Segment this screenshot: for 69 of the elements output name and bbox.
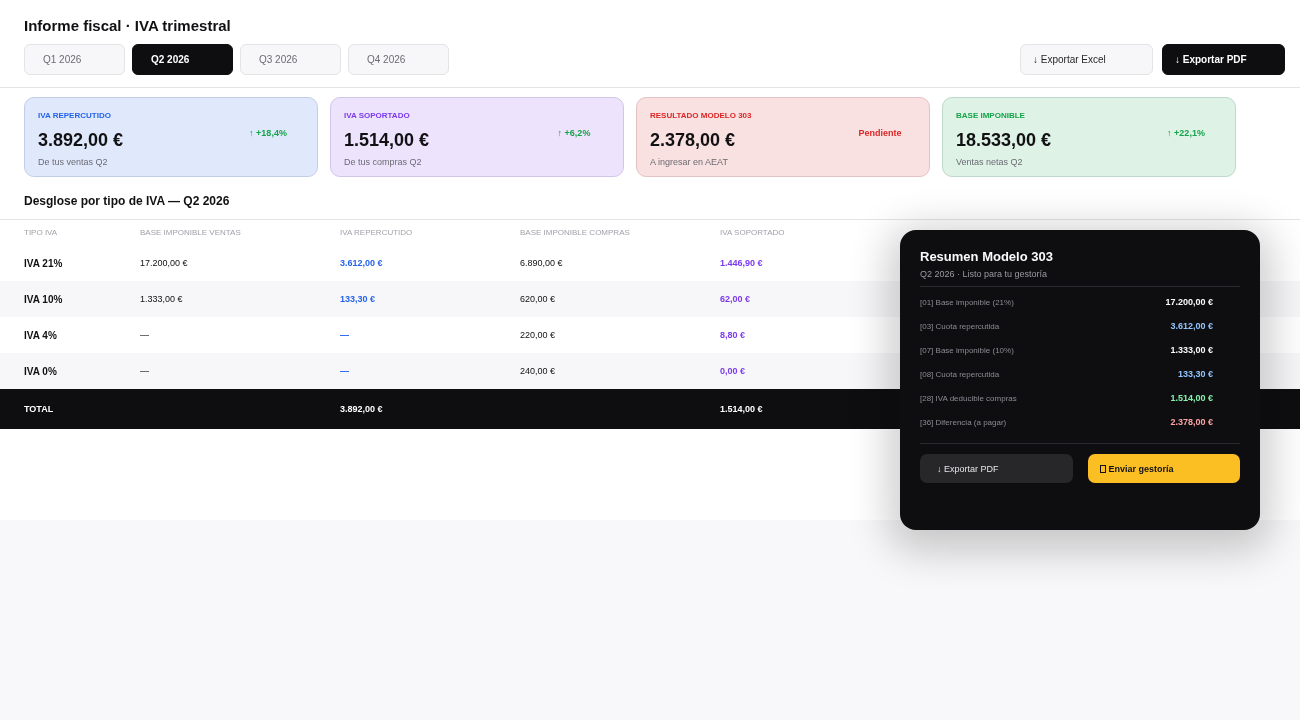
quarter-tab[interactable]: Q4 2026 [348,44,449,75]
table-cell: 6.890,00 € [520,258,563,268]
trend-text: ↑ +18,4% [249,127,287,139]
table-cell: 17.200,00 € [140,258,188,268]
total-cell: 3.892,00 € [340,404,383,414]
trend-text: ↑ +22,1% [1167,127,1205,139]
column-header: TIPO IVA [24,228,58,237]
table-cell: 240,00 € [520,366,556,376]
summary-label: [07] Base imponible (10%) [920,345,1014,355]
table-cell: 0,00 € [720,366,746,376]
page-title: Informe fiscal · IVA trimestral [24,16,231,36]
card-note: De tus compras Q2 [344,156,422,168]
panel-title: Resumen Modelo 303 [920,249,1053,265]
missing-glyph-icon [1099,464,1106,473]
table-cell: 1.333,00 € [140,294,183,304]
export-button[interactable]: ↓ Exportar PDF [1162,44,1285,75]
card-value: 18.533,00 € [956,129,1052,151]
summary-value: 1.514,00 € [1170,393,1213,403]
card-note: Ventas netas Q2 [956,156,1023,168]
table-cell: IVA 4% [24,329,57,341]
card-value: 3.892,00 € [38,129,124,151]
card-note: A ingresar en AEAT [650,156,728,168]
table-cell: 220,00 € [520,330,556,340]
column-header: IVA SOPORTADO [720,228,785,237]
export-button[interactable]: ↓ Exportar Excel [1020,44,1153,75]
column-header: IVA REPERCUTIDO [340,228,413,237]
summary-value: 17.200,00 € [1165,297,1213,307]
summary-label: [01] Base imponible (21%) [920,297,1014,307]
column-header: BASE IMPONIBLE COMPRAS [520,228,630,237]
total-cell: TOTAL [24,404,54,414]
table-cell: IVA 21% [24,257,63,269]
send-button[interactable]: Enviar gestoría [1087,454,1240,483]
card-label: RESULTADO MODELO 303 [650,110,752,121]
summary-label: [03] Cuota repercutida [920,321,1000,331]
card-label: BASE IMPONIBLE [956,110,1025,121]
status-text: Pendiente [858,127,902,139]
export-button[interactable]: ↓ Exportar PDF [920,454,1073,483]
trend-text: ↑ +6,2% [557,127,591,139]
table-cell: 3.612,00 € [340,258,383,268]
card-label: IVA REPERCUTIDO [38,110,111,121]
summary-value: 133,30 € [1177,369,1213,379]
quarter-tab[interactable]: Q2 2026 [132,44,233,75]
quarter-tab[interactable]: Q1 2026 [24,44,125,75]
card-value: 1.514,00 € [344,129,430,151]
table-cell: IVA 10% [24,293,63,305]
section-title: Desglose por tipo de IVA — Q2 2026 [24,193,230,209]
table-cell: 620,00 € [520,294,556,304]
summary-value: 2.378,00 € [1170,417,1213,427]
quarter-tab[interactable]: Q3 2026 [240,44,341,75]
card-label: IVA SOPORTADO [344,110,410,121]
table-cell: 1.446,90 € [720,258,763,268]
table-cell: 8,80 € [720,330,746,340]
table-cell: — [340,366,349,376]
table-cell: 133,30 € [340,294,376,304]
table-cell: — [140,330,149,340]
table-cell: 62,00 € [720,294,751,304]
table-cell: — [140,366,149,376]
panel-subtitle: Q2 2026 · Listo para tu gestoría [920,268,1048,281]
card-note: De tus ventas Q2 [38,156,108,168]
summary-label: [08] Cuota repercutida [920,369,1000,379]
summary-value: 1.333,00 € [1170,345,1213,355]
table-cell: IVA 0% [24,365,57,377]
summary-value: 3.612,00 € [1170,321,1213,331]
total-cell: 1.514,00 € [720,404,763,414]
column-header: BASE IMPONIBLE VENTAS [140,228,241,237]
summary-label: [28] IVA deducible compras [920,393,1017,403]
summary-label: [36] Diferencia (a pagar) [920,417,1007,427]
table-cell: — [340,330,349,340]
card-value: 2.378,00 € [650,129,736,151]
